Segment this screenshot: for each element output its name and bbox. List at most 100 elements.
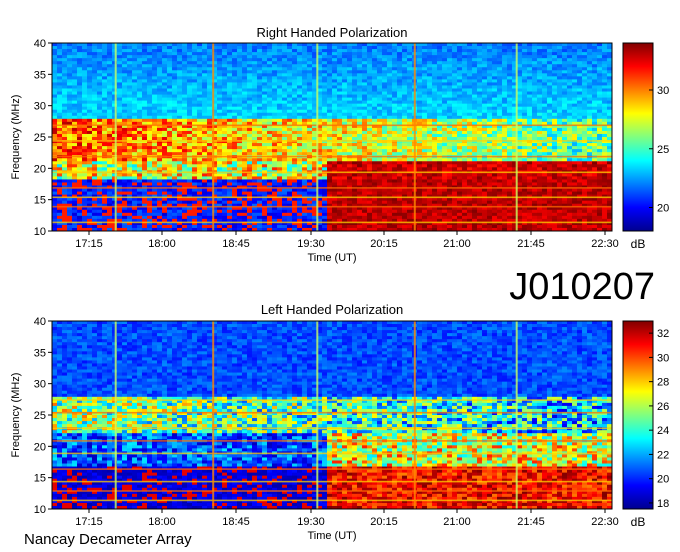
heatmap-cell [197,100,203,105]
heatmap-cell [162,103,168,108]
heatmap-cell [52,91,58,95]
heatmap-cell [157,167,163,171]
heatmap-cell [282,209,288,214]
heatmap-cell [432,146,438,150]
heatmap-cell [417,215,423,220]
heatmap-cell [302,176,308,180]
heatmap-cell [292,100,298,105]
heatmap-cell [162,70,168,74]
heatmap-cell [447,179,453,183]
heatmap-cell [192,88,198,92]
heatmap-cell [172,91,178,95]
heatmap-cell [167,55,173,59]
heatmap-cell [352,58,358,62]
heatmap-cell [92,115,98,120]
heatmap-cell [342,49,348,53]
heatmap-cell [432,82,438,86]
heatmap-cell [332,215,338,220]
heatmap-cell [437,49,443,53]
heatmap-cell [402,146,408,150]
heatmap-cell [262,112,268,117]
heatmap-cell [372,76,378,80]
heatmap-cell [292,55,298,59]
heatmap-cell [92,91,98,95]
heatmap-cell [82,164,88,168]
heatmap-cell [67,158,73,162]
heatmap-cell [402,215,408,220]
heatmap-cell [337,182,343,186]
heatmap-cell [382,115,388,120]
heatmap-cell [367,182,373,186]
heatmap-cell [292,52,298,56]
heatmap-cell [82,67,88,71]
heatmap-cell [117,209,123,214]
heatmap-cell [422,182,428,186]
heatmap-cell [352,49,358,53]
heatmap-cell [427,158,433,162]
heatmap-cell [387,115,393,120]
heatmap-cell [452,137,458,141]
heatmap-cell [177,209,183,214]
heatmap-cell [367,152,373,156]
heatmap-cell [97,58,103,62]
heatmap-cell [52,173,58,177]
heatmap-cell [52,67,58,71]
heatmap-cell [67,103,73,108]
heatmap-cell [397,130,403,135]
heatmap-cell [342,76,348,80]
heatmap-cell [82,106,88,111]
heatmap-cell [252,79,258,83]
heatmap-cell [227,179,233,183]
heatmap-cell [182,58,188,62]
heatmap-cell [417,85,423,89]
heatmap-cell [192,103,198,108]
heatmap-cell [287,109,293,114]
heatmap-cell [257,197,263,202]
heatmap-cell [77,133,83,138]
heatmap-cell [287,158,293,162]
heatmap-cell [122,61,128,65]
heatmap-cell [287,106,293,111]
heatmap-cell [187,109,193,114]
heatmap-cell [447,106,453,111]
heatmap-cell [137,118,143,123]
heatmap-cell [377,76,383,80]
heatmap-cell [152,97,158,102]
heatmap-cell [437,200,443,205]
heatmap-cell [232,200,238,205]
heatmap-cell [132,143,138,147]
heatmap-cell [127,49,133,53]
heatmap-cell [392,182,398,186]
heatmap-cell [247,167,253,171]
heatmap-cell [217,191,223,196]
heatmap-cell [82,146,88,150]
heatmap-cell [337,67,343,71]
heatmap-cell [332,58,338,62]
heatmap-cell [187,79,193,83]
heatmap-cell [362,133,368,138]
heatmap-cell [417,167,423,171]
heatmap-cell [402,188,408,192]
heatmap-cell [202,64,208,68]
heatmap-cell [132,85,138,89]
heatmap-cell [392,82,398,86]
heatmap-cell [392,173,398,177]
heatmap-cell [262,43,268,47]
heatmap-cell [447,64,453,68]
heatmap-cell [167,130,173,135]
heatmap-cell [107,91,113,95]
heatmap-cell [167,133,173,138]
heatmap-cell [257,146,263,150]
heatmap-cell [67,91,73,95]
heatmap-cell [52,76,58,80]
heatmap-cell [322,43,328,47]
heatmap-cell [357,164,363,168]
heatmap-cell [407,109,413,114]
heatmap-cell [62,76,68,80]
heatmap-cell [257,130,263,135]
heatmap-cell [397,176,403,180]
heatmap-cell [422,91,428,95]
heatmap-cell [357,106,363,111]
heatmap-cell [162,127,168,132]
heatmap-cell [272,100,278,105]
